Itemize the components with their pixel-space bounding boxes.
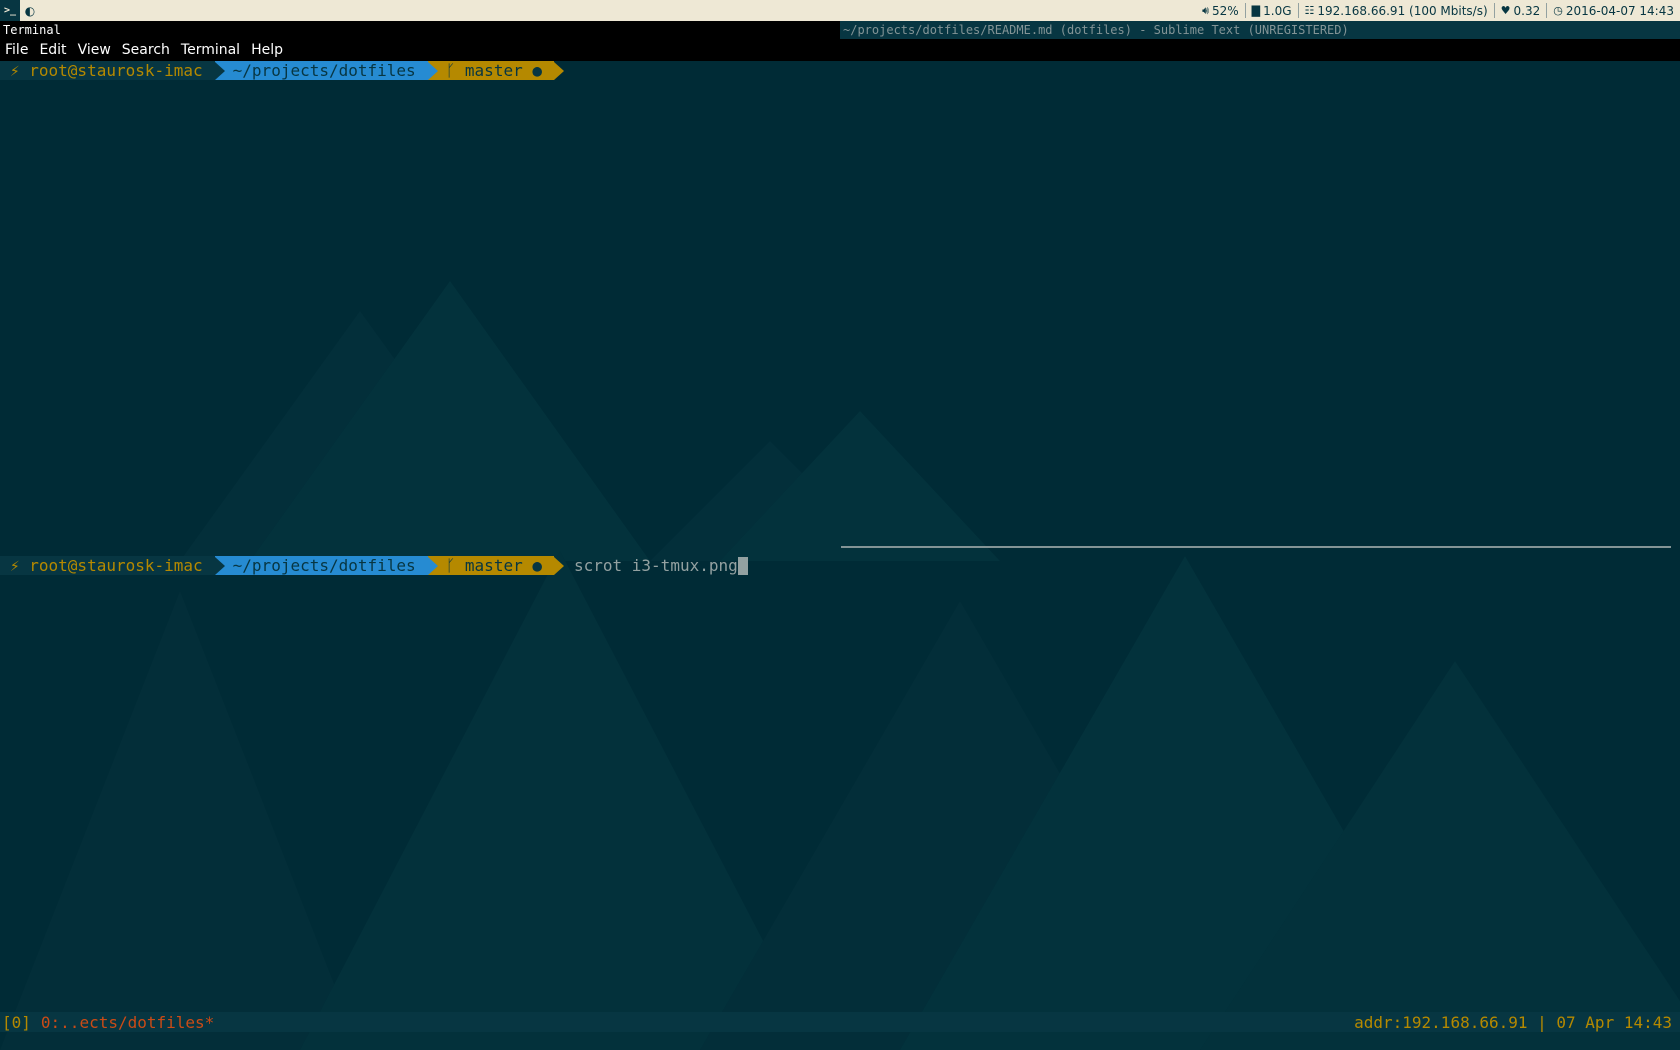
clock-block: ◷ 2016-04-07 14:43 <box>1546 3 1680 18</box>
powerline-separator <box>214 61 225 80</box>
tmux-pane-divider[interactable] <box>841 546 1671 548</box>
network-icon: ☷ <box>1304 4 1315 17</box>
memory-block: ▇ 1.0G <box>1244 3 1298 18</box>
load-value: 0.32 <box>1513 3 1541 18</box>
prompt-line-1: ⚡ root@staurosk-imac ~/projects/dotfiles… <box>0 61 564 80</box>
volume-block[interactable]: 🔊︎ 52% <box>1196 3 1245 18</box>
volume-icon: 🔊︎ <box>1202 3 1209 17</box>
chart-icon: ▇ <box>1251 4 1261 17</box>
menu-terminal[interactable]: Terminal <box>176 42 246 58</box>
prompt-host: ⚡ root@staurosk-imac <box>0 61 215 80</box>
prompt-host: ⚡ root@staurosk-imac <box>0 556 215 575</box>
command-text: scrot i3-tmux.png <box>573 555 738 575</box>
tmux-status-bar: [0] 0:..ects/dotfiles* addr:192.168.66.9… <box>0 1012 1680 1032</box>
menu-bar: File Edit View Search Terminal Help <box>0 39 1680 61</box>
prompt-directory: ~/projects/dotfiles <box>214 556 428 575</box>
clock-icon: ◷ <box>1553 4 1563 17</box>
memory-value: 1.0G <box>1263 3 1292 18</box>
text-cursor <box>737 557 748 576</box>
clock-value: 2016-04-07 14:43 <box>1565 3 1674 18</box>
command-input[interactable]: scrot i3-tmux.png <box>574 556 748 576</box>
workspace-browser-icon[interactable]: ◐ <box>20 0 40 21</box>
heart-icon: ♥ <box>1500 4 1511 17</box>
powerline-separator <box>553 61 564 80</box>
tmux-window-tab[interactable]: 0:..ects/dotfiles* <box>41 1013 214 1032</box>
i3-status-bar: >_ ◐ 🔊︎ 52% ▇ 1.0G ☷ 192.168.66.91 (100 … <box>0 0 1680 21</box>
terminal-area[interactable]: ⚡ root@staurosk-imac ~/projects/dotfiles… <box>0 61 1680 1050</box>
network-block: ☷ 192.168.66.91 (100 Mbits/s) <box>1297 3 1494 18</box>
menu-file[interactable]: File <box>0 42 34 58</box>
load-block: ♥ 0.32 <box>1493 3 1547 18</box>
prompt-line-2: ⚡ root@staurosk-imac ~/projects/dotfiles… <box>0 556 748 576</box>
prompt-git-branch: ᚴ master ● <box>427 61 554 80</box>
workspace-terminal-icon[interactable]: >_ <box>0 0 20 21</box>
network-value: 192.168.66.91 (100 Mbits/s) <box>1317 3 1488 18</box>
menu-search[interactable]: Search <box>117 42 176 58</box>
volume-value: 52% <box>1212 3 1239 18</box>
menu-view[interactable]: View <box>73 42 117 58</box>
powerline-separator <box>427 61 438 80</box>
tmux-session: [0] <box>2 1012 31 1032</box>
powerline-separator <box>553 556 564 575</box>
prompt-git-branch: ᚴ master ● <box>427 556 554 575</box>
tmux-status-right: addr:192.168.66.91 | 07 Apr 14:43 <box>1354 1012 1672 1032</box>
powerline-separator <box>214 556 225 575</box>
menu-help[interactable]: Help <box>246 42 289 58</box>
sublime-window-title[interactable]: ~/projects/dotfiles/README.md (dotfiles)… <box>840 21 1680 39</box>
terminal-window-title[interactable]: Terminal <box>0 21 840 39</box>
menu-edit[interactable]: Edit <box>34 42 72 58</box>
powerline-separator <box>427 556 438 575</box>
prompt-directory: ~/projects/dotfiles <box>214 61 428 80</box>
status-blocks: 🔊︎ 52% ▇ 1.0G ☷ 192.168.66.91 (100 Mbits… <box>1196 0 1680 21</box>
